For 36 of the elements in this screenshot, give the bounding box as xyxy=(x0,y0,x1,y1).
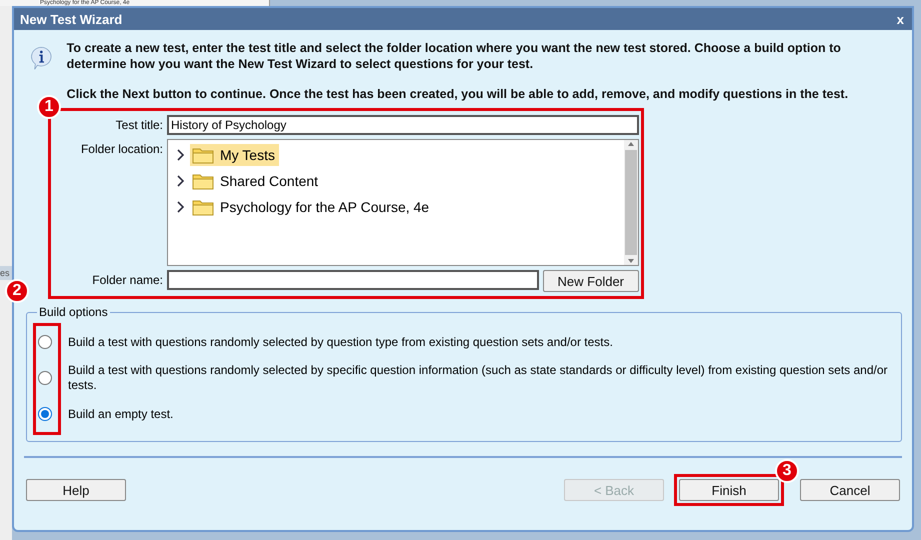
instruction-text: Click the Next button to continue. Once the test has been created, you will be able to add, remove, and modify questions in the test. xyxy=(66,86,850,102)
new-folder-button[interactable]: New Folder xyxy=(542,270,639,292)
help-button[interactable]: Help xyxy=(26,479,126,501)
chevron-icon[interactable] xyxy=(176,175,186,187)
folder-icon xyxy=(192,198,214,216)
option-label: Build an empty test. xyxy=(68,406,174,422)
folder-item[interactable]: My Tests xyxy=(190,144,279,166)
finish-button[interactable]: Finish xyxy=(679,479,779,501)
chevron-icon[interactable] xyxy=(176,149,186,161)
folder-item[interactable]: Psychology for the AP Course, 4e xyxy=(190,196,434,218)
side-tab[interactable]: es xyxy=(0,266,12,280)
step-badge: 1 xyxy=(37,95,61,119)
field-label: Folder name: xyxy=(91,272,163,289)
group-legend: Build options xyxy=(37,305,110,319)
window-title: New Test Wizard xyxy=(20,12,122,26)
radio-button[interactable] xyxy=(38,407,52,421)
option-label: Build a test with questions randomly selected by question type from existing question sets and/or tests. xyxy=(68,334,613,350)
radio-button[interactable] xyxy=(38,371,52,385)
field-label: Folder location: xyxy=(80,141,163,158)
field-label: Test title: xyxy=(114,117,163,134)
test-title-field[interactable]: History of Psychology xyxy=(167,115,639,135)
folder-item[interactable]: Shared Content xyxy=(190,170,322,192)
step-badge: 2 xyxy=(5,279,29,303)
chevron-icon[interactable] xyxy=(176,201,186,213)
folder-icon xyxy=(192,146,214,164)
scroll-up-icon[interactable] xyxy=(627,140,635,148)
cancel-button[interactable]: Cancel xyxy=(800,479,900,501)
step-badge: 3 xyxy=(775,459,799,483)
option-label: Build a test with questions randomly selected by specific question information (such as state standards or difficulty level) from existing question sets and/or tests. xyxy=(68,363,889,393)
scrollbar[interactable] xyxy=(624,140,638,265)
folder-icon xyxy=(192,172,214,190)
radio-button[interactable] xyxy=(38,335,52,349)
close-button[interactable]: x xyxy=(896,12,904,26)
instruction-text: To create a new test, enter the test title and select the folder location where you want the new test stored. Choose a build option to determine how you want the New Test Wizard to select questions for your test. xyxy=(66,40,842,72)
scroll-down-icon[interactable] xyxy=(627,257,635,265)
folder-name-field[interactable] xyxy=(167,270,539,290)
